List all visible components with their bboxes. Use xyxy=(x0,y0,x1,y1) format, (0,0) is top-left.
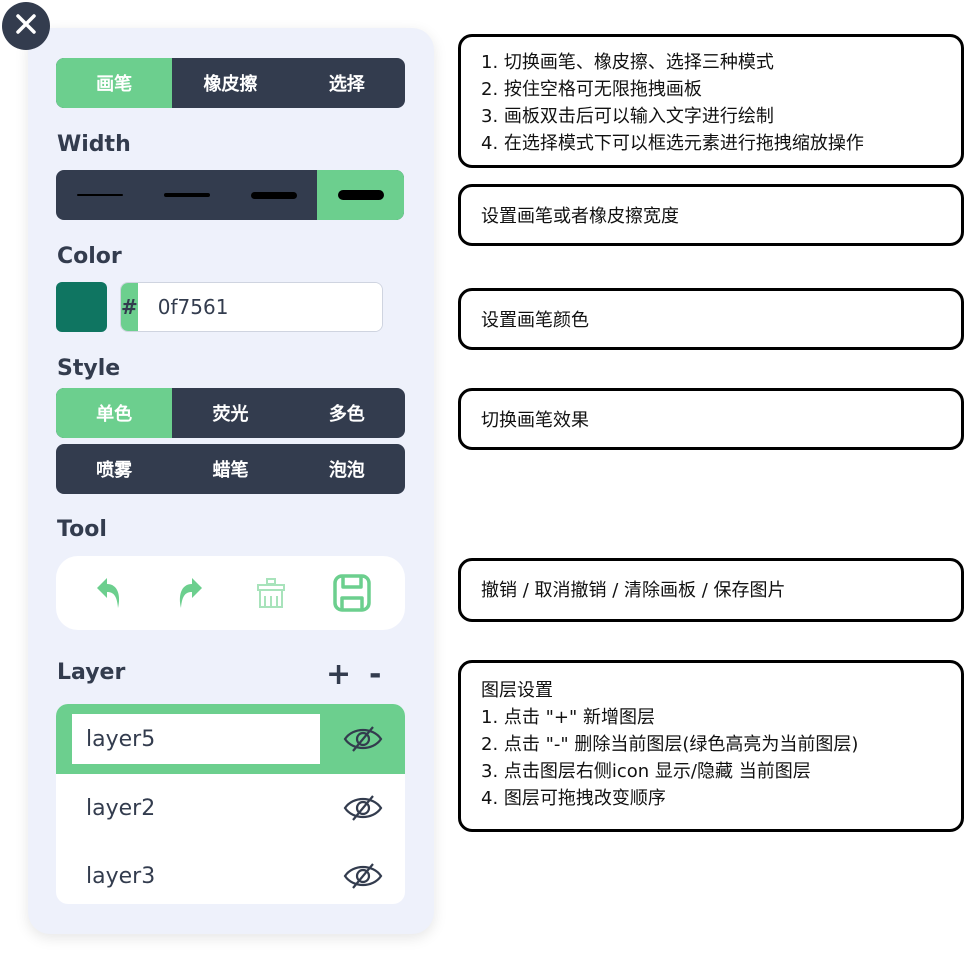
note-line: 设置画笔颜色 xyxy=(481,310,589,331)
width-option-1[interactable] xyxy=(56,170,143,220)
clear-board-icon[interactable] xyxy=(249,571,293,615)
color-hex-input[interactable] xyxy=(137,283,382,331)
width-option-2[interactable] xyxy=(143,170,230,220)
note-line: 撤销 / 取消撤销 / 清除画板 / 保存图片 xyxy=(481,580,786,601)
remove-layer-button[interactable]: - xyxy=(369,660,381,690)
style-fluorescent[interactable]: 荧光 xyxy=(172,388,288,438)
note-style: 切换画笔效果 xyxy=(458,388,964,450)
layer-name-input[interactable]: layer5 xyxy=(72,714,320,764)
note-line: 2. 点击 "-" 删除当前图层(绿色高亮为当前图层) xyxy=(481,734,859,755)
note-line: 切换画笔效果 xyxy=(481,410,589,431)
eye-off-icon[interactable] xyxy=(343,793,383,823)
layer-item[interactable]: layer5 xyxy=(56,704,405,774)
note-line: 4. 在选择模式下可以框选元素进行拖拽缩放操作 xyxy=(481,133,864,154)
note-width: 设置画笔或者橡皮擦宽度 xyxy=(458,184,964,246)
layer-name: layer2 xyxy=(86,795,156,821)
note-mode: 1. 切换画笔、橡皮擦、选择三种模式 2. 按住空格可无限拖拽画板 3. 画板双… xyxy=(458,34,964,168)
width-heading: Width xyxy=(57,132,131,157)
color-heading: Color xyxy=(57,244,122,269)
hash-label: # xyxy=(121,283,138,331)
layer-item[interactable]: layer2 xyxy=(56,774,405,842)
note-line: 图层设置 xyxy=(481,680,553,701)
width-line-icon xyxy=(163,193,210,197)
note-line: 1. 点击 "+" 新增图层 xyxy=(481,707,655,728)
width-line-icon xyxy=(250,191,297,199)
style-solid[interactable]: 单色 xyxy=(56,388,173,438)
color-hex-field: # xyxy=(120,282,383,332)
note-line: 设置画笔或者橡皮擦宽度 xyxy=(481,206,679,227)
close-icon xyxy=(15,13,37,39)
width-line-icon xyxy=(76,194,123,196)
tool-heading: Tool xyxy=(57,517,107,542)
close-button[interactable] xyxy=(2,2,50,50)
layer-list: layer5 layer2 layer3 xyxy=(56,704,405,904)
style-multicolor[interactable]: 多色 xyxy=(289,388,405,438)
note-line: 3. 画板双击后可以输入文字进行绘制 xyxy=(481,106,774,127)
width-option-3[interactable] xyxy=(230,170,317,220)
width-line-icon xyxy=(337,190,384,200)
style-bubble[interactable]: 泡泡 xyxy=(289,444,405,494)
eye-off-icon[interactable] xyxy=(343,861,383,891)
note-layer: 图层设置 1. 点击 "+" 新增图层 2. 点击 "-" 删除当前图层(绿色高… xyxy=(458,660,964,832)
width-selector xyxy=(56,170,404,220)
style-crayon[interactable]: 蜡笔 xyxy=(172,444,288,494)
note-color: 设置画笔颜色 xyxy=(458,288,964,350)
layer-item[interactable]: layer3 xyxy=(56,842,405,904)
color-swatch[interactable] xyxy=(56,282,107,332)
undo-icon[interactable] xyxy=(87,571,131,615)
note-line: 1. 切换画笔、橡皮擦、选择三种模式 xyxy=(481,52,774,73)
save-image-icon[interactable] xyxy=(330,571,374,615)
mode-pen[interactable]: 画笔 xyxy=(56,58,173,108)
add-layer-button[interactable]: + xyxy=(326,660,351,690)
eye-off-icon[interactable] xyxy=(343,724,383,754)
tool-bar xyxy=(56,556,405,630)
mode-select[interactable]: 选择 xyxy=(289,58,405,108)
layer-name: layer3 xyxy=(86,863,156,889)
note-tool: 撤销 / 取消撤销 / 清除画板 / 保存图片 xyxy=(458,558,964,622)
width-option-4[interactable] xyxy=(317,170,404,220)
redo-icon[interactable] xyxy=(168,571,212,615)
note-line: 2. 按住空格可无限拖拽画板 xyxy=(481,79,702,100)
mode-selector: 画笔 橡皮擦 选择 xyxy=(56,58,405,108)
layer-heading: Layer xyxy=(57,660,126,685)
note-line: 3. 点击图层右侧icon 显示/隐藏 当前图层 xyxy=(481,761,811,782)
style-selector-row1: 单色 荧光 多色 xyxy=(56,388,405,438)
layer-name: layer5 xyxy=(86,726,156,752)
style-selector-row2: 喷雾 蜡笔 泡泡 xyxy=(56,444,405,494)
mode-eraser[interactable]: 橡皮擦 xyxy=(172,58,288,108)
style-spray[interactable]: 喷雾 xyxy=(56,444,172,494)
style-heading: Style xyxy=(57,356,121,381)
note-line: 4. 图层可拖拽改变顺序 xyxy=(481,788,666,809)
